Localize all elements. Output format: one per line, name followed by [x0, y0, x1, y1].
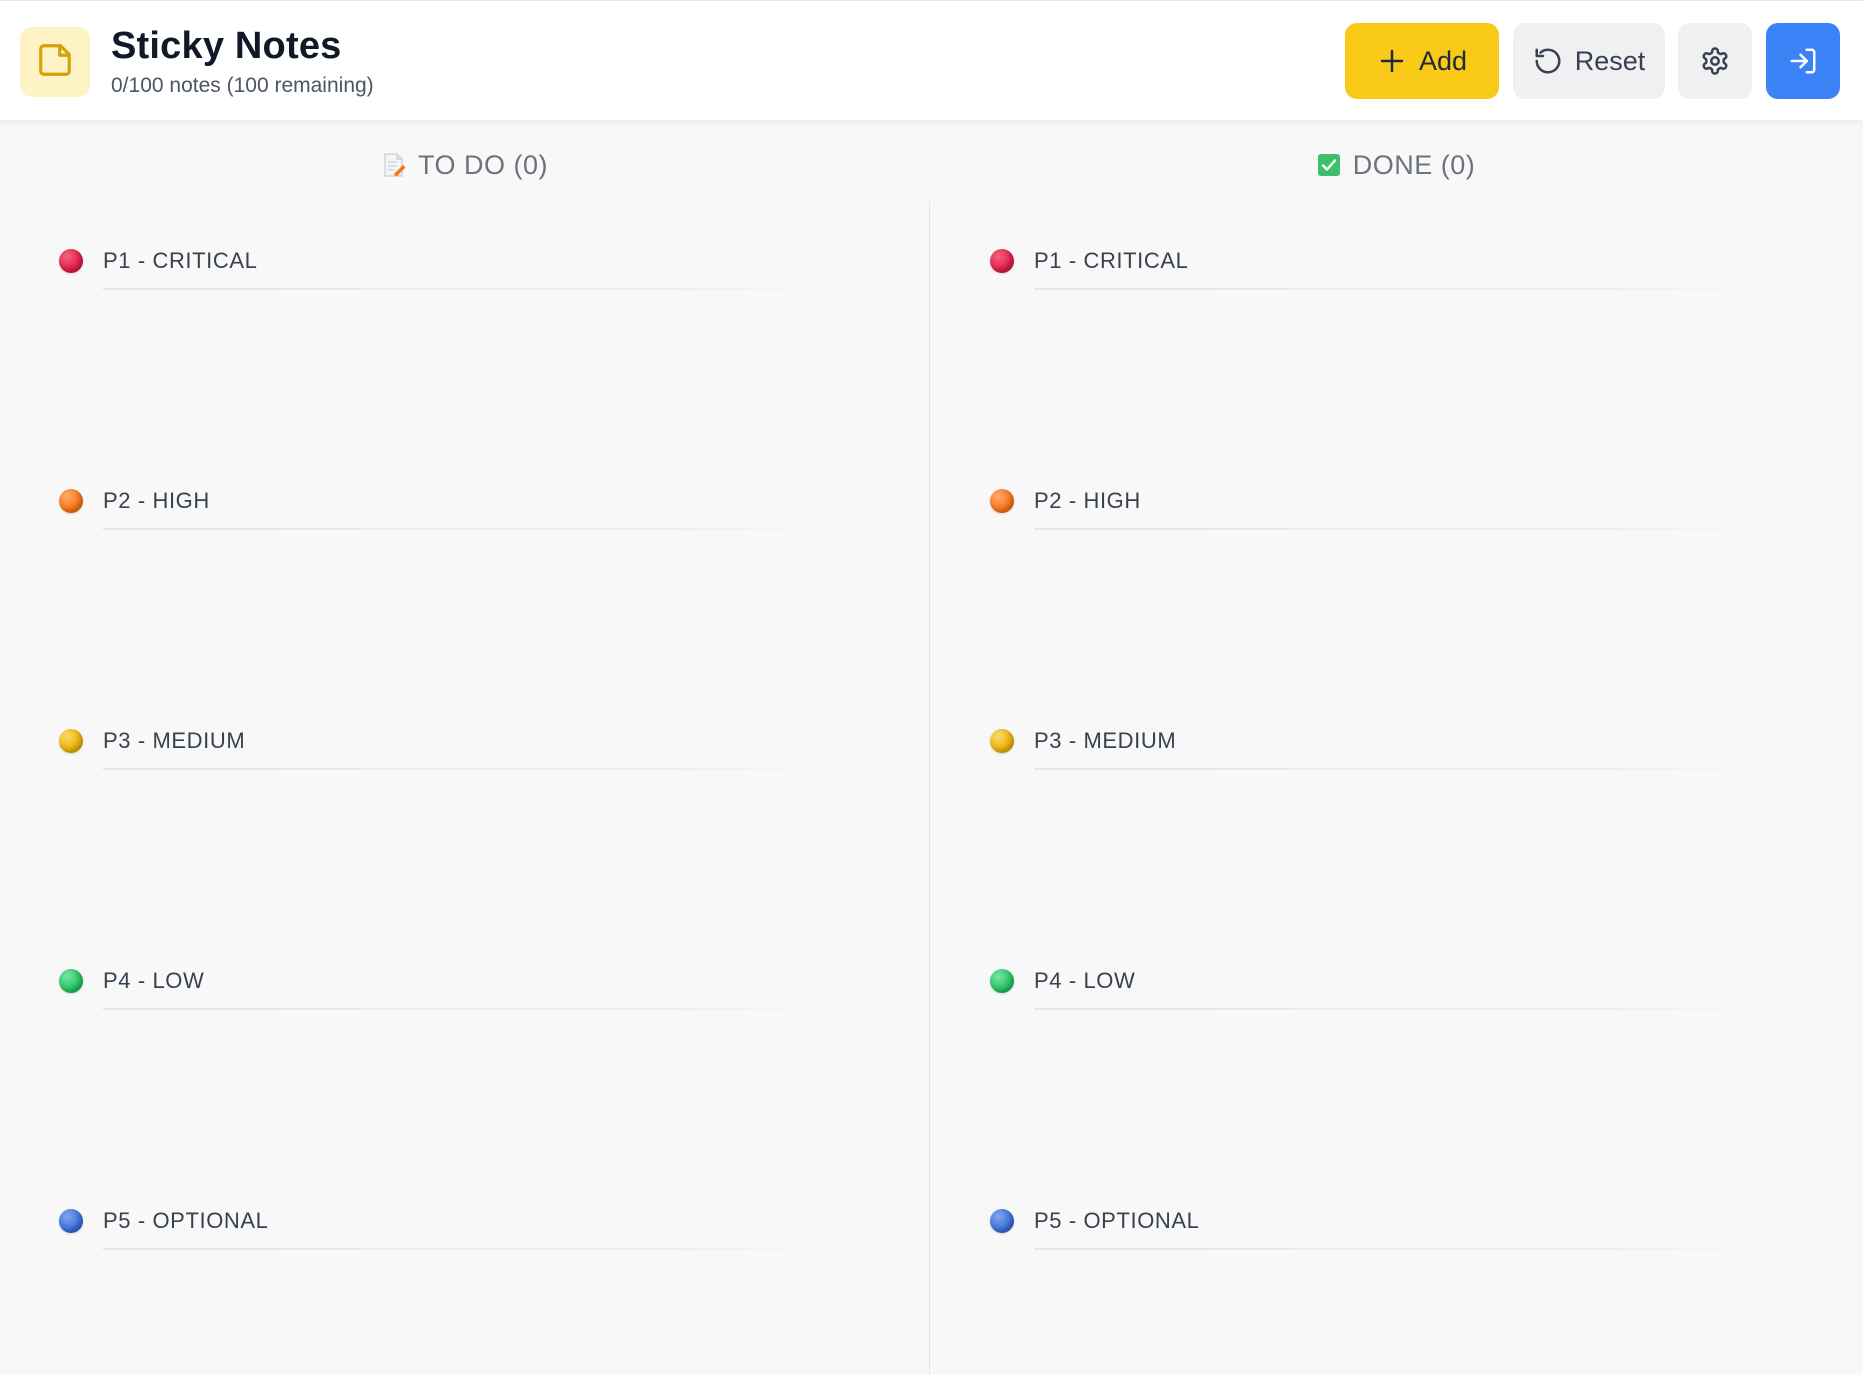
divider [103, 1008, 833, 1010]
priority-dot-p1 [59, 249, 83, 273]
note-drop-zone[interactable] [59, 299, 879, 459]
divider [103, 1248, 833, 1250]
column-todo: TO DO (0) P1 - CRITICAL P2 - HIGH P3 - M… [0, 121, 930, 1375]
priority-label: P1 - CRITICAL [1034, 248, 1189, 273]
reset-button[interactable]: Reset [1513, 23, 1665, 99]
note-drop-zone[interactable] [990, 1259, 1810, 1375]
divider [1034, 1008, 1764, 1010]
app-logo [20, 27, 90, 97]
sticky-notes-app: Sticky Notes 0/100 notes (100 remaining)… [0, 0, 1863, 1375]
priority-label: P3 - MEDIUM [1034, 728, 1177, 753]
column-title: TO DO [417, 149, 506, 180]
column-header-todo: TO DO (0) [0, 145, 930, 185]
column-count: (0) [1440, 149, 1476, 180]
page-title: Sticky Notes [111, 25, 342, 67]
add-note-button[interactable]: Add [1345, 23, 1499, 99]
note-drop-zone[interactable] [59, 1019, 879, 1179]
priority-label: P2 - HIGH [103, 488, 210, 513]
priority-label: P4 - LOW [103, 968, 205, 993]
column-title: DONE [1352, 149, 1433, 180]
priority-dot-p4 [990, 969, 1014, 993]
priority-group-p3: P3 - MEDIUM [0, 723, 930, 923]
divider [103, 288, 833, 290]
column-header-done: DONE (0) [931, 145, 1861, 185]
priority-dot-p4 [59, 969, 83, 993]
note-drop-zone[interactable] [990, 539, 1810, 699]
login-button[interactable] [1766, 23, 1840, 99]
priority-label: P1 - CRITICAL [103, 248, 258, 273]
priority-dot-p3 [59, 729, 83, 753]
priority-dot-p2 [59, 489, 83, 513]
priority-dot-p3 [990, 729, 1014, 753]
priority-label: P2 - HIGH [1034, 488, 1141, 513]
add-button-label: Add [1418, 45, 1468, 76]
reset-button-label: Reset [1574, 45, 1646, 76]
note-drop-zone[interactable] [59, 539, 879, 699]
priority-label: P5 - OPTIONAL [1034, 1208, 1200, 1233]
priority-group-p1: P1 - CRITICAL [0, 243, 930, 443]
priority-group-p3: P3 - MEDIUM [931, 723, 1861, 923]
note-drop-zone[interactable] [990, 779, 1810, 939]
priority-dot-p5 [990, 1209, 1014, 1233]
priority-group-p2: P2 - HIGH [0, 483, 930, 683]
divider [1034, 1248, 1764, 1250]
notes-count-status: 0/100 notes (100 remaining) [111, 74, 374, 97]
sticky-note-icon [36, 41, 74, 84]
divider [1034, 528, 1764, 530]
priority-dot-p1 [990, 249, 1014, 273]
priority-dot-p5 [59, 1209, 83, 1233]
note-drop-zone[interactable] [59, 1259, 879, 1375]
column-done: DONE (0) P1 - CRITICAL P2 - HIGH P3 - ME… [931, 121, 1861, 1375]
priority-group-p4: P4 - LOW [0, 963, 930, 1163]
priority-label: P5 - OPTIONAL [103, 1208, 269, 1233]
divider [1034, 768, 1764, 770]
kanban-board: TO DO (0) P1 - CRITICAL P2 - HIGH P3 - M… [0, 121, 1863, 1375]
app-header: Sticky Notes 0/100 notes (100 remaining)… [0, 0, 1863, 120]
note-drop-zone[interactable] [990, 299, 1810, 459]
log-in-icon [1788, 46, 1818, 76]
plus-icon [1377, 46, 1407, 76]
priority-group-p5: P5 - OPTIONAL [931, 1203, 1861, 1375]
divider [103, 528, 833, 530]
rotate-ccw-icon [1533, 46, 1563, 76]
priority-label: P4 - LOW [1034, 968, 1136, 993]
check-box-icon [1317, 153, 1341, 177]
divider [103, 768, 833, 770]
memo-icon [382, 152, 406, 178]
settings-button[interactable] [1678, 23, 1752, 99]
priority-group-p2: P2 - HIGH [931, 483, 1861, 683]
priority-dot-p2 [990, 489, 1014, 513]
note-drop-zone[interactable] [59, 779, 879, 939]
priority-group-p5: P5 - OPTIONAL [0, 1203, 930, 1375]
column-count: (0) [513, 149, 548, 180]
priority-group-p4: P4 - LOW [931, 963, 1861, 1163]
note-drop-zone[interactable] [990, 1019, 1810, 1179]
divider [1034, 288, 1764, 290]
priority-group-p1: P1 - CRITICAL [931, 243, 1861, 443]
gear-icon [1700, 46, 1730, 76]
priority-label: P3 - MEDIUM [103, 728, 246, 753]
